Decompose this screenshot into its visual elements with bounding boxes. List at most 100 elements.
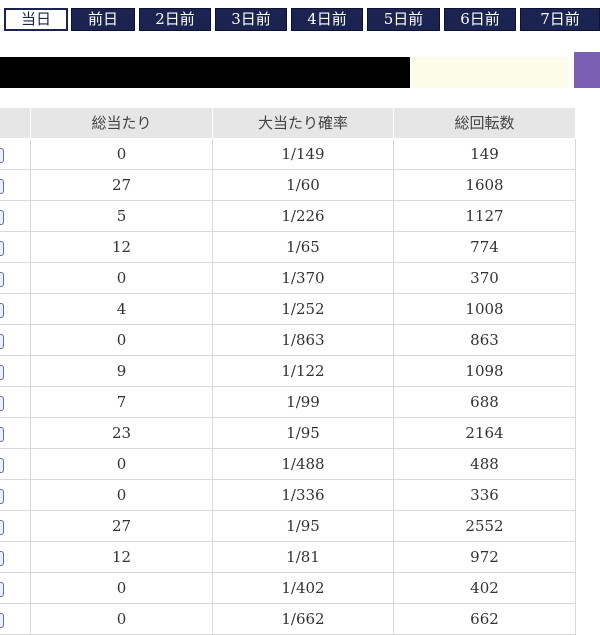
row-select-icon[interactable] bbox=[0, 458, 4, 473]
row-select-icon[interactable] bbox=[0, 365, 4, 380]
tab-yesterday[interactable]: 前日 bbox=[71, 8, 135, 31]
total-spins-cell: 149 bbox=[394, 139, 576, 170]
probability-cell: 1/488 bbox=[213, 449, 394, 480]
total-spins-cell: 402 bbox=[394, 573, 576, 604]
total-hits-cell: 9 bbox=[31, 356, 213, 387]
probability-cell: 1/81 bbox=[213, 542, 394, 573]
row-select-icon[interactable] bbox=[0, 241, 4, 256]
total-spins-cell: 1127 bbox=[394, 201, 576, 232]
probability-cell: 1/65 bbox=[213, 232, 394, 263]
row-marker-cell bbox=[0, 170, 31, 201]
row-marker-cell bbox=[0, 542, 31, 573]
row-marker-cell bbox=[0, 356, 31, 387]
table-row: 0 1/488 488 bbox=[0, 449, 600, 480]
table-row: 27 1/95 2552 bbox=[0, 511, 600, 542]
row-marker-cell bbox=[0, 449, 31, 480]
table-row: 0 1/149 149 bbox=[0, 139, 600, 170]
total-hits-cell: 0 bbox=[31, 573, 213, 604]
total-spins-cell: 370 bbox=[394, 263, 576, 294]
tab-5-days-ago[interactable]: 5日前 bbox=[367, 8, 440, 31]
total-spins-cell: 488 bbox=[394, 449, 576, 480]
total-hits-cell: 0 bbox=[31, 604, 213, 635]
total-hits-cell: 5 bbox=[31, 201, 213, 232]
total-spins-cell: 2164 bbox=[394, 418, 576, 449]
header-total-hits: 総当たり bbox=[31, 108, 213, 139]
probability-cell: 1/60 bbox=[213, 170, 394, 201]
total-spins-cell: 336 bbox=[394, 480, 576, 511]
header-bar-cream bbox=[410, 57, 568, 88]
tab-4-days-ago[interactable]: 4日前 bbox=[291, 8, 363, 31]
total-hits-cell: 12 bbox=[31, 542, 213, 573]
probability-cell: 1/336 bbox=[213, 480, 394, 511]
table-row: 0 1/402 402 bbox=[0, 573, 600, 604]
table-row: 0 1/336 336 bbox=[0, 480, 600, 511]
row-select-icon[interactable] bbox=[0, 582, 4, 597]
header-hit-probability: 大当たり確率 bbox=[213, 108, 394, 139]
header-cell-marker bbox=[0, 108, 31, 139]
probability-cell: 1/863 bbox=[213, 325, 394, 356]
total-spins-cell: 2552 bbox=[394, 511, 576, 542]
row-marker-cell bbox=[0, 418, 31, 449]
row-select-icon[interactable] bbox=[0, 551, 4, 566]
total-hits-cell: 7 bbox=[31, 387, 213, 418]
probability-cell: 1/662 bbox=[213, 604, 394, 635]
row-marker-cell bbox=[0, 263, 31, 294]
row-select-icon[interactable] bbox=[0, 396, 4, 411]
row-select-icon[interactable] bbox=[0, 272, 4, 287]
table-row: 7 1/99 688 bbox=[0, 387, 600, 418]
total-hits-cell: 27 bbox=[31, 511, 213, 542]
tab-today[interactable]: 当日 bbox=[4, 8, 68, 31]
row-select-icon[interactable] bbox=[0, 613, 4, 628]
table-row: 4 1/252 1008 bbox=[0, 294, 600, 325]
probability-cell: 1/402 bbox=[213, 573, 394, 604]
row-select-icon[interactable] bbox=[0, 210, 4, 225]
row-select-icon[interactable] bbox=[0, 303, 4, 318]
table-row: 5 1/226 1127 bbox=[0, 201, 600, 232]
row-select-icon[interactable] bbox=[0, 334, 4, 349]
total-hits-cell: 0 bbox=[31, 263, 213, 294]
table-row: 12 1/65 774 bbox=[0, 232, 600, 263]
probability-cell: 1/95 bbox=[213, 418, 394, 449]
row-select-icon[interactable] bbox=[0, 148, 4, 163]
total-spins-cell: 662 bbox=[394, 604, 576, 635]
tab-7-days-ago[interactable]: 7日前 bbox=[520, 8, 600, 31]
stats-table: 総当たり 大当たり確率 総回転数 0 1/149 149 27 1/60 1608 5 1/2… bbox=[0, 108, 600, 635]
row-marker-cell bbox=[0, 139, 31, 170]
row-select-icon[interactable] bbox=[0, 427, 4, 442]
header-total-spins: 総回転数 bbox=[394, 108, 576, 139]
tab-6-days-ago[interactable]: 6日前 bbox=[444, 8, 516, 31]
total-spins-cell: 863 bbox=[394, 325, 576, 356]
total-spins-cell: 688 bbox=[394, 387, 576, 418]
tab-2-days-ago[interactable]: 2日前 bbox=[139, 8, 211, 31]
tab-3-days-ago[interactable]: 3日前 bbox=[215, 8, 287, 31]
probability-cell: 1/122 bbox=[213, 356, 394, 387]
total-spins-cell: 1608 bbox=[394, 170, 576, 201]
total-hits-cell: 4 bbox=[31, 294, 213, 325]
row-marker-cell bbox=[0, 325, 31, 356]
table-row: 27 1/60 1608 bbox=[0, 170, 600, 201]
probability-cell: 1/370 bbox=[213, 263, 394, 294]
table-header-row: 総当たり 大当たり確率 総回転数 bbox=[0, 108, 600, 139]
probability-cell: 1/95 bbox=[213, 511, 394, 542]
total-spins-cell: 774 bbox=[394, 232, 576, 263]
row-select-icon[interactable] bbox=[0, 179, 4, 194]
table-row: 12 1/81 972 bbox=[0, 542, 600, 573]
total-spins-cell: 972 bbox=[394, 542, 576, 573]
probability-cell: 1/252 bbox=[213, 294, 394, 325]
table-row: 0 1/863 863 bbox=[0, 325, 600, 356]
row-marker-cell bbox=[0, 480, 31, 511]
probability-cell: 1/226 bbox=[213, 201, 394, 232]
day-tabs: 当日 前日 2日前 3日前 4日前 5日前 6日前 7日前 bbox=[0, 0, 600, 34]
table-row: 0 1/662 662 bbox=[0, 604, 600, 635]
row-select-icon[interactable] bbox=[0, 520, 4, 535]
row-marker-cell bbox=[0, 511, 31, 542]
total-spins-cell: 1098 bbox=[394, 356, 576, 387]
row-select-icon[interactable] bbox=[0, 489, 4, 504]
total-hits-cell: 0 bbox=[31, 139, 213, 170]
total-hits-cell: 27 bbox=[31, 170, 213, 201]
row-marker-cell bbox=[0, 387, 31, 418]
row-marker-cell bbox=[0, 294, 31, 325]
total-hits-cell: 23 bbox=[31, 418, 213, 449]
total-hits-cell: 0 bbox=[31, 325, 213, 356]
row-marker-cell bbox=[0, 604, 31, 635]
